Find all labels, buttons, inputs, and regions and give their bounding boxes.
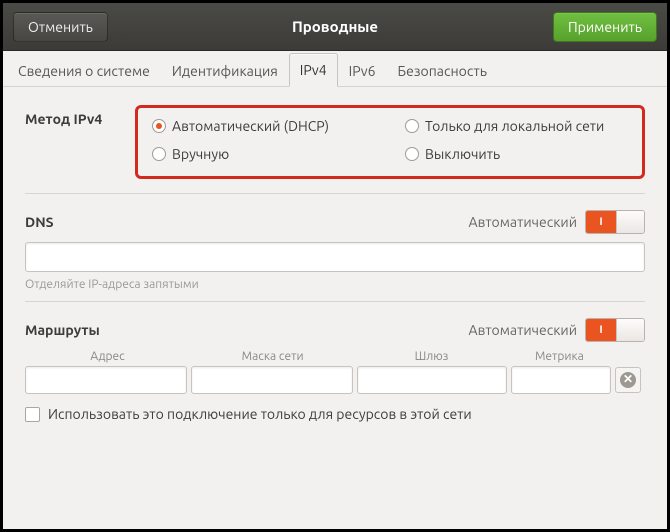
routes-title: Маршруты (25, 322, 100, 338)
method-radio-local[interactable]: Только для локальной сети (405, 118, 628, 134)
tab-system-info[interactable]: Сведения о системе (7, 54, 161, 87)
dns-title: DNS (25, 214, 54, 230)
switch-on-indicator: I (586, 211, 616, 233)
route-gateway-input[interactable] (357, 366, 507, 394)
route-header-netmask: Маска сети (192, 350, 353, 363)
route-header-metric: Метрика (510, 350, 609, 363)
radio-label: Только для локальной сети (425, 118, 604, 134)
method-radio-auto[interactable]: Автоматический (DHCP) (152, 118, 375, 134)
routes-auto-switch[interactable]: I (585, 318, 645, 342)
dns-auto-label: Автоматический (469, 214, 577, 230)
radio-icon (405, 147, 419, 161)
route-row: ✕ (25, 366, 645, 394)
route-header-address: Адрес (27, 350, 188, 363)
radio-label: Вручную (172, 146, 229, 162)
method-radio-manual[interactable]: Вручную (152, 146, 375, 162)
route-netmask-input[interactable] (191, 366, 353, 394)
radio-icon (152, 119, 166, 133)
dns-hint: Отделяйте IP-адреса запятыми (25, 278, 645, 291)
separator (25, 193, 645, 194)
tab-ipv4[interactable]: IPv4 (289, 53, 338, 87)
content-area: Метод IPv4 Автоматический (DHCP) Только … (3, 87, 667, 529)
radio-icon (152, 147, 166, 161)
route-metric-input[interactable] (511, 366, 611, 394)
checkbox-icon (25, 407, 40, 422)
dns-auto-switch[interactable]: I (585, 210, 645, 234)
dns-input[interactable] (25, 242, 645, 272)
routes-auto-label: Автоматический (469, 322, 577, 338)
radio-icon (405, 119, 419, 133)
titlebar: Отменить Проводные Применить (3, 3, 667, 51)
tab-bar: Сведения о системе Идентификация IPv4 IP… (3, 51, 667, 87)
switch-on-indicator: I (586, 319, 616, 341)
radio-label: Автоматический (DHCP) (172, 118, 329, 134)
separator (25, 301, 645, 302)
only-local-label: Использовать это подключение только для … (48, 406, 472, 422)
route-delete-button[interactable]: ✕ (615, 367, 641, 393)
method-label: Метод IPv4 (25, 105, 135, 127)
switch-knob (616, 319, 644, 341)
only-local-checkbox[interactable]: Использовать это подключение только для … (25, 406, 645, 422)
route-header-gateway: Шлюз (357, 350, 506, 363)
switch-knob (616, 211, 644, 233)
method-radio-off[interactable]: Выключить (405, 146, 628, 162)
tab-identification[interactable]: Идентификация (161, 54, 289, 87)
method-highlight-box: Автоматический (DHCP) Только для локальн… (135, 105, 645, 179)
close-icon: ✕ (620, 372, 636, 388)
radio-label: Выключить (425, 146, 500, 162)
tab-security[interactable]: Безопасность (386, 54, 498, 87)
apply-button[interactable]: Применить (553, 12, 657, 42)
cancel-button[interactable]: Отменить (13, 12, 108, 42)
tab-ipv6[interactable]: IPv6 (338, 54, 387, 87)
route-address-input[interactable] (25, 366, 187, 394)
